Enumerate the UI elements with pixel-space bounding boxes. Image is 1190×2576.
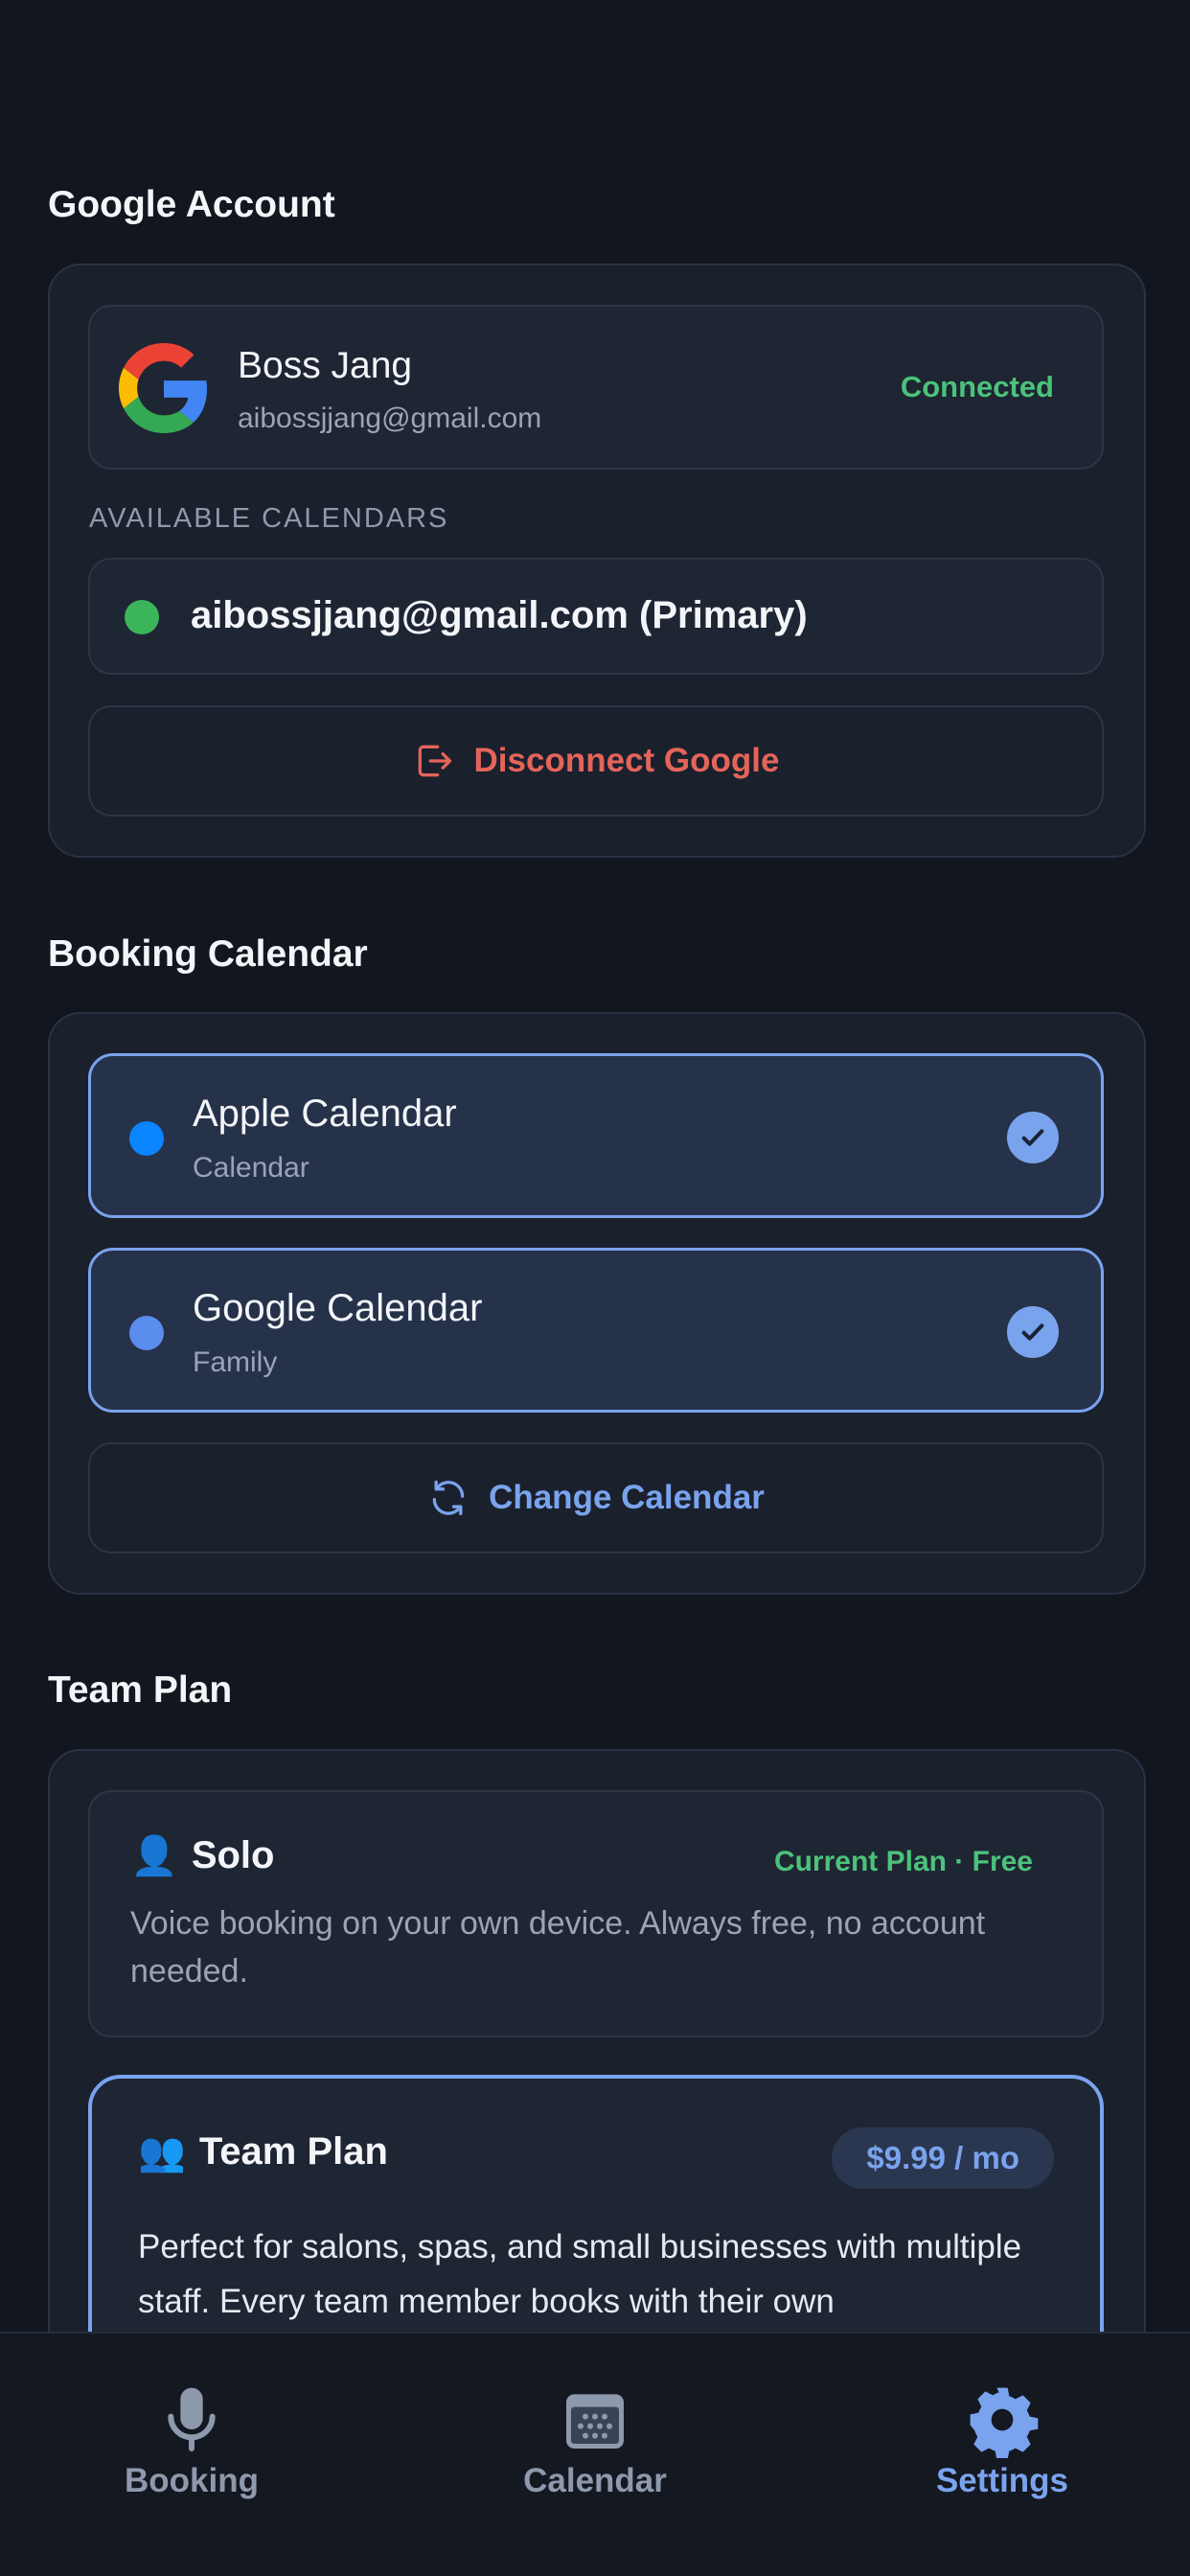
calendar-option-name: Google Calendar bbox=[193, 1287, 483, 1329]
available-calendars-label: AVAILABLE CALENDARS bbox=[89, 503, 449, 534]
google-logo-icon bbox=[119, 343, 208, 433]
calendar-option-subtitle: Family bbox=[193, 1346, 278, 1378]
team-plan-name: Team Plan bbox=[198, 2130, 388, 2173]
gear-icon bbox=[970, 2387, 1039, 2458]
settings-screen: Google Account Boss Jang aibossjjang@gma… bbox=[0, 0, 1190, 2576]
disconnect-google-label: Disconnect Google bbox=[473, 742, 780, 779]
section-title-team-plan: Team Plan bbox=[48, 1669, 233, 1711]
microphone-icon bbox=[168, 2387, 216, 2451]
checkmark-icon bbox=[1007, 1306, 1059, 1358]
calendar-option-apple[interactable]: Apple Calendar Calendar bbox=[88, 1053, 1104, 1218]
tab-booking[interactable]: Booking bbox=[67, 2381, 316, 2500]
solo-plan-description: Voice booking on your own device. Always… bbox=[130, 1905, 986, 1990]
refresh-icon bbox=[432, 1480, 465, 1516]
calendar-option-subtitle: Calendar bbox=[193, 1152, 309, 1184]
bottom-tab-bar: Booking Calendar Settings bbox=[0, 2332, 1190, 2576]
checkmark-icon bbox=[1007, 1112, 1059, 1163]
team-plan-description: Perfect for salons, spas, and small busi… bbox=[138, 2228, 1022, 2320]
available-calendar-name: aibossjjang@gmail.com (Primary) bbox=[191, 594, 808, 636]
people-icon: 👥 bbox=[138, 2130, 186, 2174]
section-title-google-account: Google Account bbox=[48, 184, 335, 225]
person-icon: 👤 bbox=[130, 1834, 178, 1878]
account-name: Boss Jang bbox=[238, 345, 413, 386]
account-email: aibossjjang@gmail.com bbox=[238, 402, 542, 434]
disconnect-google-button[interactable]: Disconnect Google bbox=[88, 705, 1104, 816]
solo-plan-name: Solo bbox=[191, 1834, 275, 1876]
change-calendar-label: Change Calendar bbox=[489, 1479, 765, 1516]
team-plan-title: 👥 Team Plan bbox=[138, 2129, 388, 2174]
calendar-color-dot bbox=[129, 1121, 164, 1156]
tab-label: Calendar bbox=[523, 2462, 667, 2499]
sign-out-icon bbox=[418, 745, 451, 777]
tab-settings[interactable]: Settings bbox=[878, 2381, 1127, 2500]
calendar-color-dot bbox=[129, 1316, 164, 1350]
tab-calendar[interactable]: Calendar bbox=[470, 2381, 720, 2500]
tab-label: Booking bbox=[125, 2462, 259, 2499]
solo-plan-title: 👤 Solo bbox=[130, 1833, 274, 1878]
connection-status: Connected bbox=[900, 370, 1054, 403]
section-title-booking-calendar: Booking Calendar bbox=[48, 933, 368, 975]
current-plan-badge: Current Plan · Free bbox=[773, 1846, 1033, 1877]
calendar-option-google[interactable]: Google Calendar Family bbox=[88, 1248, 1104, 1413]
calendar-color-dot bbox=[125, 600, 159, 634]
team-plan-price-badge: $9.99 / mo bbox=[832, 2128, 1054, 2189]
calendar-option-name: Apple Calendar bbox=[193, 1092, 457, 1135]
change-calendar-button[interactable]: Change Calendar bbox=[88, 1442, 1104, 1553]
calendar-icon bbox=[566, 2394, 624, 2449]
tab-label: Settings bbox=[935, 2462, 1069, 2499]
